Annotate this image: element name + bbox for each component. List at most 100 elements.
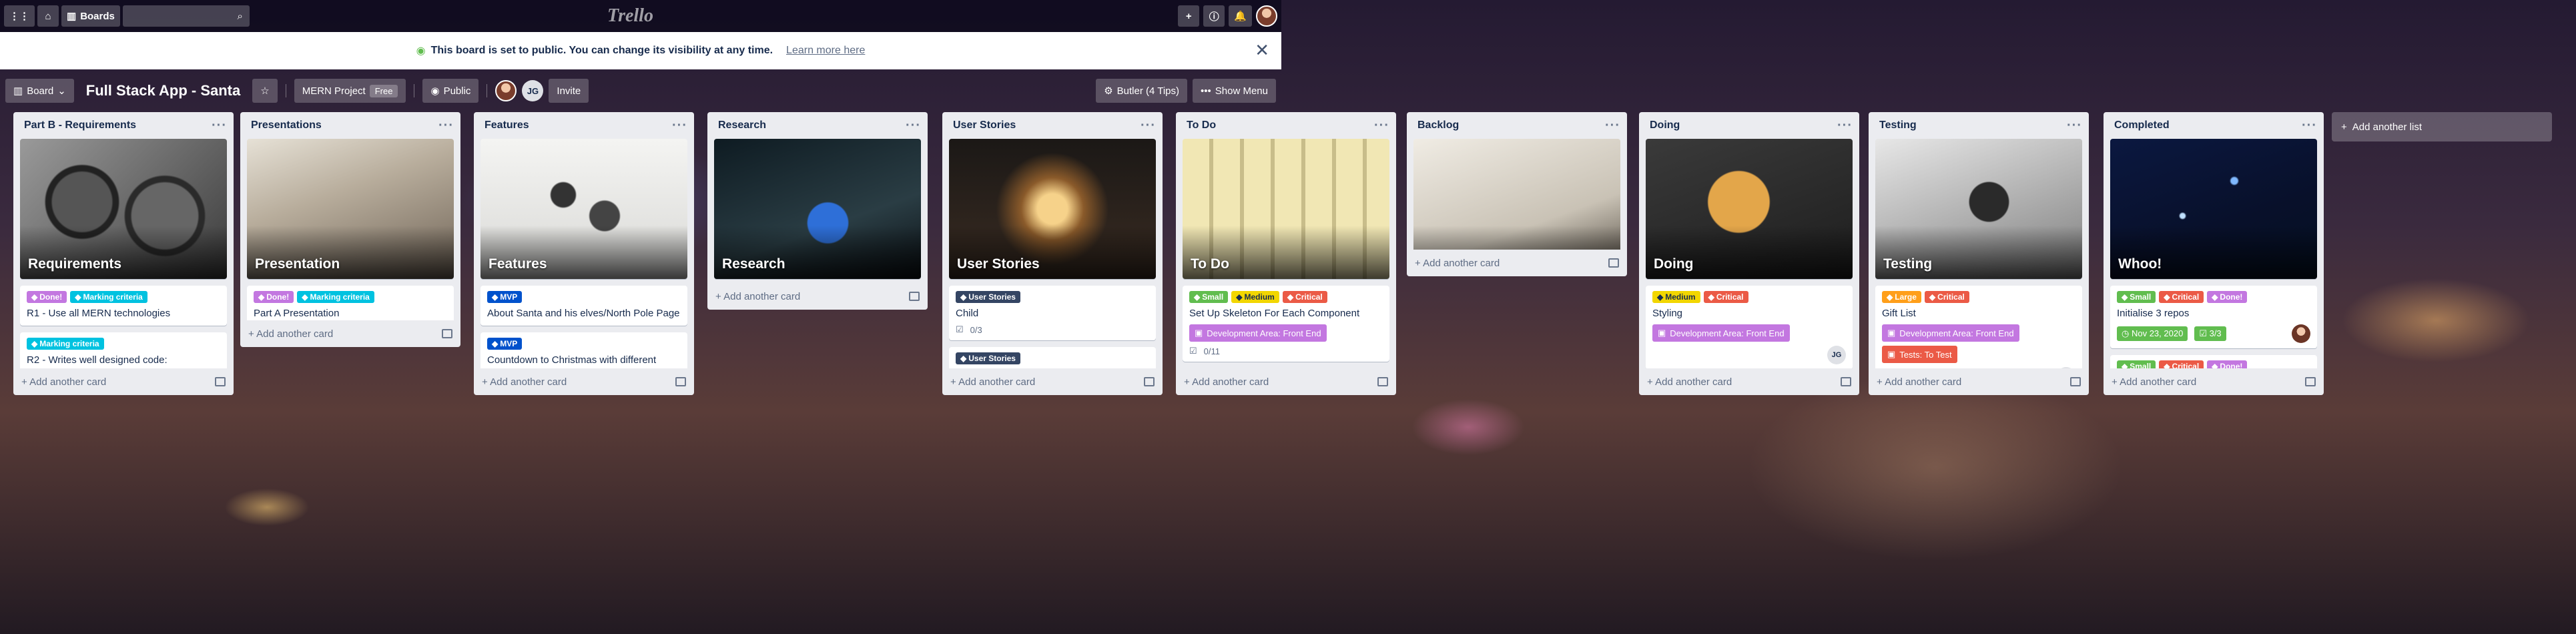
card[interactable]: ◆Small◆Critical◆Done!Ensure all repos ar…	[2110, 355, 2317, 368]
card[interactable]: ◆ MVP About Santa and his elves/North Pole…	[480, 286, 687, 326]
search-input[interactable]: ⌕	[122, 5, 250, 27]
board-title[interactable]: Full Stack App - Santa	[79, 82, 247, 99]
card-label[interactable]: ◆ Done!	[254, 291, 294, 303]
card-wide-label[interactable]: ▣ Tests: To Test	[1882, 346, 1957, 363]
card[interactable]: ◆ Marking criteria R2 - Writes well design…	[20, 332, 227, 368]
card-template-icon[interactable]	[442, 329, 452, 338]
add-card-button[interactable]: + Add another card	[474, 368, 694, 395]
due-date-badge[interactable]: ◷ Nov 23, 2020	[2117, 326, 2188, 341]
member-avatar[interactable]	[2292, 324, 2310, 343]
add-card-button[interactable]: + Add another card	[2104, 368, 2324, 395]
bell-icon[interactable]: 🔔	[1229, 5, 1252, 27]
cover-card[interactable]: Testing	[1875, 139, 2082, 279]
close-icon[interactable]: ✕	[1255, 40, 1269, 61]
card-template-icon[interactable]	[215, 377, 226, 386]
info-icon[interactable]: ⓘ	[1203, 5, 1225, 27]
card-template-icon[interactable]	[1377, 377, 1388, 386]
list-header[interactable]: Research ···	[707, 112, 928, 139]
card[interactable]: ◆ User Stories Child ☑ 0/3	[949, 286, 1156, 340]
list-menu-icon[interactable]: ···	[906, 118, 921, 133]
list-header[interactable]: Presentations ···	[240, 112, 460, 139]
cover-card[interactable]: To Do	[1183, 139, 1389, 279]
user-avatar[interactable]	[1256, 5, 1277, 27]
list-menu-icon[interactable]: ···	[2302, 118, 2317, 133]
add-card-button[interactable]: + Add another card	[1869, 368, 2089, 395]
star-icon[interactable]: ☆	[252, 79, 278, 103]
card-template-icon[interactable]	[1144, 377, 1155, 386]
card-label[interactable]: ◆ Critical	[1282, 291, 1327, 303]
add-card-button[interactable]: + Add another card	[13, 368, 234, 395]
add-card-button[interactable]: + Add another card	[1176, 368, 1396, 395]
cover-card[interactable]: Backlog	[1413, 139, 1620, 250]
card-wide-label[interactable]: ▣ Development Area: Front End	[1882, 324, 2019, 342]
list-header[interactable]: To Do ···	[1176, 112, 1396, 139]
card-label[interactable]: ◆ User Stories	[956, 291, 1020, 303]
list-header[interactable]: Part B - Requirements ···	[13, 112, 234, 139]
list-menu-icon[interactable]: ···	[438, 118, 454, 133]
cover-card[interactable]: User Stories	[949, 139, 1156, 279]
card-label[interactable]: ◆ Marking criteria	[70, 291, 147, 303]
list-header[interactable]: Completed ···	[2104, 112, 2324, 139]
card-label[interactable]: ◆ User Stories	[956, 352, 1020, 364]
add-card-button[interactable]: + Add another card	[1407, 250, 1627, 276]
list-menu-icon[interactable]: ···	[1605, 118, 1620, 133]
card[interactable]: ◆ Done! ◆ Marking criteria R1 - Use all MERN…	[20, 286, 227, 326]
card-template-icon[interactable]	[1608, 258, 1619, 268]
cover-card[interactable]: Requirements	[20, 139, 227, 279]
card-label[interactable]: ◆ MVP	[487, 291, 523, 303]
cover-card[interactable]: Research	[714, 139, 921, 279]
invite-button[interactable]: Invite	[549, 79, 589, 103]
card-label[interactable]: ◆ Marking criteria	[27, 338, 104, 350]
card[interactable]: ◆User StoriesParent☑0/5	[949, 347, 1156, 368]
member-avatar[interactable]	[495, 80, 517, 101]
learn-more-link[interactable]: Learn more here	[786, 45, 865, 57]
card-label[interactable]: ◆ Done!	[27, 291, 67, 303]
cover-card[interactable]: Whoo!	[2110, 139, 2317, 279]
list-header[interactable]: Testing ···	[1869, 112, 2089, 139]
card-label[interactable]: ◆ Done!	[2207, 291, 2248, 303]
list-menu-icon[interactable]: ···	[1837, 118, 1853, 133]
card-template-icon[interactable]	[909, 292, 920, 301]
cover-card[interactable]: Features	[480, 139, 687, 279]
home-icon[interactable]: ⌂	[37, 5, 59, 27]
card-label[interactable]: ◆ Critical	[1924, 291, 1969, 303]
boards-button[interactable]: ▥ Boards	[61, 5, 120, 27]
card-label[interactable]: ◆ Small	[2117, 291, 2156, 303]
card-wide-label[interactable]: ▣ Development Area: Front End	[1652, 324, 1790, 342]
card-template-icon[interactable]	[675, 377, 686, 386]
add-card-button[interactable]: + Add another card	[707, 283, 928, 310]
member-avatar[interactable]: JG	[1827, 346, 1846, 364]
add-card-button[interactable]: + Add another card	[942, 368, 1163, 395]
card[interactable]: ◆ MVP Countdown to Christmas with differen…	[480, 332, 687, 368]
apps-grid-icon[interactable]: ⋮⋮	[4, 5, 35, 27]
card[interactable]: ◆ Small ◆ Medium ◆ Critical Set Up Skeleton Fo…	[1183, 286, 1389, 362]
card-label[interactable]: ◆ Small	[2117, 360, 2156, 368]
list-header[interactable]: User Stories ···	[942, 112, 1163, 139]
card[interactable]: ◆ Done! ◆ Marking criteria Part A Presentati…	[247, 286, 454, 320]
card-wide-label[interactable]: ▣ Development Area: Front End	[1189, 324, 1327, 342]
card[interactable]: ◆ Small ◆ Critical ◆ Done! Initialise 3 repos ◷…	[2110, 286, 2317, 348]
cover-card[interactable]: Doing	[1646, 139, 1853, 279]
list-header[interactable]: Features ···	[474, 112, 694, 139]
card-label[interactable]: ◆ Large	[1882, 291, 1921, 303]
card-template-icon[interactable]	[1841, 377, 1851, 386]
card-label[interactable]: ◆ Critical	[1703, 291, 1748, 303]
list-header[interactable]: Backlog ···	[1407, 112, 1627, 139]
card-label[interactable]: ◆ MVP	[487, 338, 523, 350]
add-list-button[interactable]: + Add another list	[2332, 112, 2552, 141]
workspace-button[interactable]: MERN Project Free	[294, 79, 406, 103]
card[interactable]: ◆ Medium ◆ Critical Styling ▣ Development Area…	[1646, 286, 1853, 368]
list-menu-icon[interactable]: ···	[1141, 118, 1156, 133]
add-card-button[interactable]: + Add another card	[240, 320, 460, 347]
card-label[interactable]: ◆ Done!	[2207, 360, 2248, 368]
add-card-button[interactable]: + Add another card	[1639, 368, 1859, 395]
member-initials[interactable]: JG	[522, 80, 544, 101]
visibility-button[interactable]: ◉ Public	[422, 79, 479, 103]
show-menu-button[interactable]: ••• Show Menu	[1193, 79, 1276, 103]
card-label[interactable]: ◆ Marking criteria	[297, 291, 374, 303]
card-label[interactable]: ◆ Medium	[1652, 291, 1700, 303]
board-view-switcher[interactable]: ▥ Board ⌄	[5, 79, 74, 103]
cover-card[interactable]: Presentation	[247, 139, 454, 279]
card-label[interactable]: ◆ Critical	[2159, 291, 2204, 303]
list-header[interactable]: Doing ···	[1639, 112, 1859, 139]
